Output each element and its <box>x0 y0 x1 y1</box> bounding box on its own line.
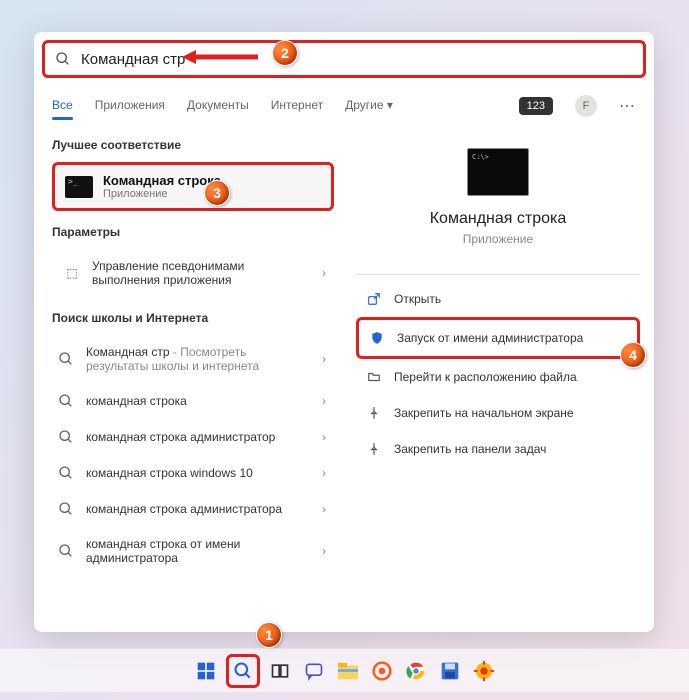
chevron-right-icon: › <box>322 502 326 516</box>
settings-icon: ⬚ <box>62 263 82 283</box>
best-match-heading: Лучшее соответствие <box>52 138 334 152</box>
action-pin-taskbar[interactable]: Закрепить на панели задач <box>356 431 640 467</box>
preview-title: Командная строка <box>430 210 567 228</box>
settings-item[interactable]: ⬚ Управление псевдонимами выполнения при… <box>52 249 334 297</box>
search-icon <box>55 51 71 67</box>
app-icon-gear[interactable] <box>470 657 498 685</box>
tab-all[interactable]: Все <box>52 92 73 120</box>
preview-subtitle: Приложение <box>463 232 533 246</box>
counter-pill[interactable]: 123 <box>519 97 553 115</box>
annotation-badge-3: 3 <box>204 180 230 206</box>
tab-internet[interactable]: Интернет <box>271 92 323 120</box>
task-view-button[interactable] <box>266 657 294 685</box>
results-column: Лучшее соответствие Командная строка При… <box>34 120 342 632</box>
search-icon <box>58 501 74 517</box>
action-pin-start[interactable]: Закрепить на начальном экране <box>356 395 640 431</box>
user-avatar[interactable]: F <box>575 95 597 117</box>
web-result-label: командная строка администратора <box>86 502 282 516</box>
settings-item-label: Управление псевдонимами выполнения прило… <box>92 259 292 287</box>
folder-icon <box>366 369 382 385</box>
web-result-label: командная строка windows 10 <box>86 466 253 480</box>
annotation-badge-2: 2 <box>272 40 298 66</box>
file-explorer-icon[interactable] <box>334 657 362 685</box>
preview-panel: Командная строка Приложение Открыть Запу… <box>342 120 654 632</box>
search-input[interactable] <box>81 51 633 68</box>
web-result-5[interactable]: командная строка от имени администратора… <box>52 527 334 575</box>
action-run-as-admin[interactable]: Запуск от имени администратора <box>356 317 640 359</box>
app-icon-orange[interactable] <box>368 657 396 685</box>
taskbar <box>0 648 689 692</box>
tab-more[interactable]: Другие ▾ <box>345 92 393 120</box>
web-result-label: командная строка от имени администратора <box>86 537 306 565</box>
tabs-row: Все Приложения Документы Интернет Другие… <box>34 86 654 120</box>
web-result-2[interactable]: командная строка администратор › <box>52 419 334 455</box>
action-open-location[interactable]: Перейти к расположению файла <box>356 359 640 395</box>
web-result-4[interactable]: командная строка администратора › <box>52 491 334 527</box>
best-match-title: Командная строка <box>103 173 221 188</box>
annotation-badge-4: 4 <box>620 342 646 368</box>
save-disk-icon[interactable] <box>436 657 464 685</box>
chat-icon[interactable] <box>300 657 328 685</box>
chrome-icon[interactable] <box>402 657 430 685</box>
chevron-right-icon: › <box>322 394 326 408</box>
tab-documents[interactable]: Документы <box>187 92 249 120</box>
search-icon <box>58 393 74 409</box>
best-match-item[interactable]: Командная строка Приложение <box>52 162 334 211</box>
web-result-label: командная строка администратор <box>86 430 275 444</box>
action-label: Перейти к расположению файла <box>394 370 577 384</box>
web-result-label: Командная стр <box>86 345 170 359</box>
open-icon <box>366 291 382 307</box>
web-result-0[interactable]: Командная стр - Посмотреть результаты шк… <box>52 335 334 383</box>
action-label: Закрепить на панели задач <box>394 442 546 456</box>
search-icon <box>58 543 74 559</box>
chevron-right-icon: › <box>322 266 326 280</box>
action-label: Закрепить на начальном экране <box>394 406 574 420</box>
search-bar[interactable] <box>42 40 646 78</box>
action-label: Открыть <box>394 292 441 306</box>
pin-icon <box>366 441 382 457</box>
start-button[interactable] <box>192 657 220 685</box>
web-result-3[interactable]: командная строка windows 10 › <box>52 455 334 491</box>
chevron-right-icon: › <box>322 430 326 444</box>
chevron-right-icon: › <box>322 352 326 366</box>
search-icon <box>58 429 74 445</box>
annotation-arrow-icon <box>182 48 264 66</box>
admin-shield-icon <box>369 330 385 346</box>
search-icon <box>58 465 74 481</box>
tab-apps[interactable]: Приложения <box>95 92 165 120</box>
chevron-right-icon: › <box>322 544 326 558</box>
search-icon <box>58 351 74 367</box>
search-window: Все Приложения Документы Интернет Другие… <box>34 32 654 632</box>
action-label: Запуск от имени администратора <box>397 331 583 345</box>
divider <box>356 274 640 275</box>
more-icon[interactable]: ⋯ <box>619 96 636 116</box>
annotation-badge-1: 1 <box>256 622 282 648</box>
web-heading: Поиск школы и Интернета <box>52 311 334 325</box>
pin-icon <box>366 405 382 421</box>
command-prompt-icon <box>65 176 93 198</box>
action-open[interactable]: Открыть <box>356 281 640 317</box>
web-result-label: командная строка <box>86 394 187 408</box>
command-prompt-preview-icon <box>467 148 529 196</box>
web-result-1[interactable]: командная строка › <box>52 383 334 419</box>
settings-heading: Параметры <box>52 225 334 239</box>
chevron-right-icon: › <box>322 466 326 480</box>
taskbar-search-button[interactable] <box>226 654 260 688</box>
